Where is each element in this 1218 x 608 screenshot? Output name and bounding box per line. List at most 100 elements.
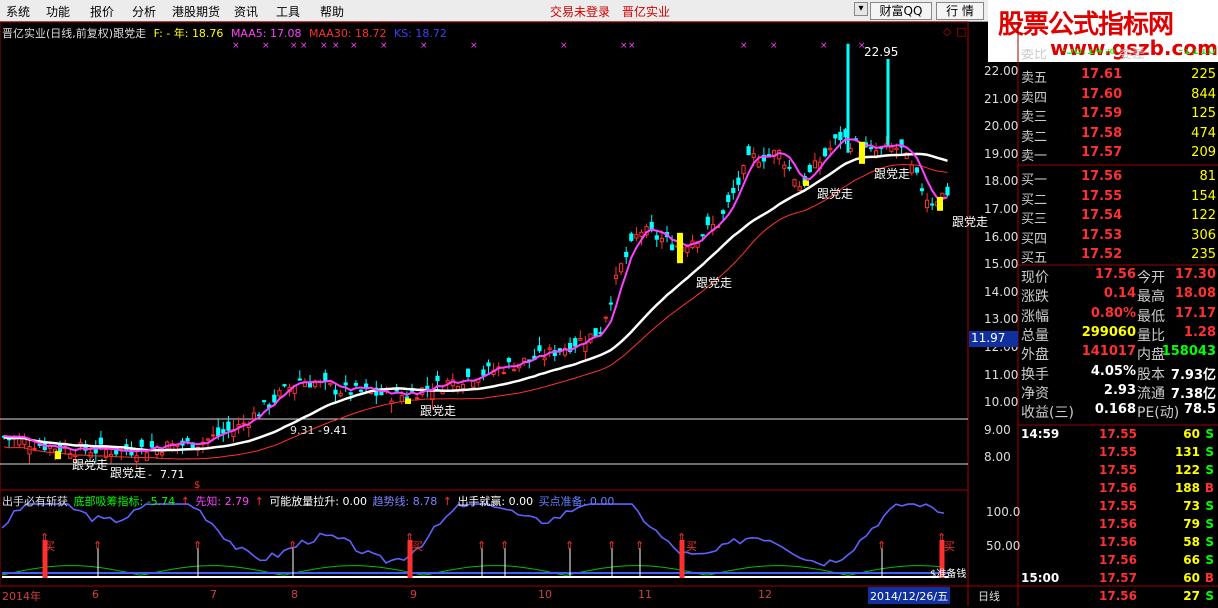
candle-body [629, 233, 634, 241]
price-tick: 14.00 [984, 284, 1019, 299]
maa5-value: MAA5: 17.08 [230, 27, 302, 40]
close-icon[interactable]: □ [956, 25, 966, 38]
candle-body [812, 160, 817, 169]
candle-body [307, 382, 313, 388]
buy-level-1[interactable]: 买一 17.56 81 [1019, 169, 1218, 188]
signal-label-3: 跟党走 [420, 404, 457, 418]
stat-value: 141017 [1081, 344, 1136, 360]
buy-level-3[interactable]: 买三 17.54 122 [1019, 208, 1218, 227]
tick-row: 17.55 73 S [1019, 499, 1218, 518]
indicator-prepare: 买点准备: 0.00 [538, 495, 615, 508]
stat-value: 0.14 [1103, 286, 1136, 302]
tick-row: 14:59 17.55 60 S [1019, 427, 1218, 446]
level-volume: 306 [1191, 227, 1216, 243]
signal-label-6: 跟党走 [874, 167, 911, 181]
level-price: 17.57 [1081, 145, 1123, 160]
candle-body [705, 216, 710, 226]
sell-level-3[interactable]: 卖三 17.59 125 [1019, 106, 1218, 125]
candle-body [501, 371, 506, 374]
tick-row: 17.56 66 S [1019, 553, 1218, 572]
price-tick: 15.00 [984, 257, 1019, 272]
sell-level-5[interactable]: 卖五 17.61 225 [1019, 67, 1218, 86]
candle-body [782, 164, 787, 169]
candle-body [721, 210, 726, 214]
buy-arrow-icon: ⇑ [193, 539, 202, 552]
mid-price-label: 9.41 [323, 424, 348, 437]
sell-level-2[interactable]: 卖二 17.58 474 [1019, 126, 1218, 145]
price-tick: 21.00 [984, 91, 1019, 106]
ks-line [3, 164, 948, 460]
price-tick: 8.00 [984, 450, 1011, 465]
candle-body [746, 146, 751, 156]
stat-value-2: 17.17 [1174, 305, 1216, 321]
candle-body [262, 400, 267, 403]
stat-label: 总量 [1021, 327, 1049, 344]
buy-label-3: 买 [686, 540, 697, 553]
price-tick: 13.00 [984, 312, 1019, 327]
level-label: 买四 [1021, 231, 1048, 247]
stat-value-2: 7.93亿 [1170, 367, 1216, 383]
tick-volume: 60 [1183, 571, 1200, 585]
candle-body [608, 302, 613, 305]
buy-label-2: 买 [412, 540, 423, 553]
candle-body [328, 382, 333, 386]
sell-level-1[interactable]: 卖一 17.57 209 [1019, 145, 1218, 164]
high-price-label: 22.95 [864, 45, 899, 59]
x-label-6: 6 [92, 588, 99, 601]
x-label-10: 10 [538, 588, 552, 601]
level-label: 卖三 [1021, 110, 1048, 125]
tick-side: S [1205, 589, 1214, 603]
candle-body [27, 446, 32, 455]
candle-body [603, 316, 608, 319]
candle-body [659, 237, 664, 243]
candle-body [358, 389, 364, 392]
cursor-date: 2014/12/26/五 [868, 587, 951, 604]
level-price: 17.53 [1081, 227, 1123, 243]
candle-body [925, 199, 930, 209]
candle-body [766, 154, 772, 157]
marker-x: × [300, 41, 308, 51]
stat-row: 涨幅 0.80% 最低 17.17 [1019, 306, 1218, 325]
price-tick: 9.00 [984, 422, 1011, 437]
stat-label: 换手 [1021, 366, 1049, 383]
candle-body [909, 164, 914, 174]
candle-body [404, 396, 409, 399]
dollar-marker: $ [194, 480, 201, 491]
period-label[interactable]: 日线 [978, 588, 1000, 604]
tick-price: 17.56 [1099, 481, 1137, 495]
candle-body [445, 380, 450, 384]
prepare-money-label: $准备钱 [930, 569, 967, 580]
candle-body [506, 358, 511, 363]
tick-volume: 73 [1183, 499, 1200, 513]
level-price: 17.58 [1081, 125, 1123, 141]
sell-level-4[interactable]: 卖四 17.60 844 [1019, 87, 1218, 106]
candle-body [205, 438, 211, 441]
buy-arrow-icon: ⇑ [607, 539, 616, 552]
marker-x: × [332, 41, 340, 51]
candle-body [185, 438, 190, 442]
tick-row: 17.56 79 S [1019, 517, 1218, 536]
chart-title-bar: 晋亿实业(日线,前复权)跟党走 F: - 年: 18.76 MAA5: 17.0… [2, 25, 451, 41]
buy-level-2[interactable]: 买二 17.55 154 [1019, 189, 1218, 208]
buy-level-5[interactable]: 买五 17.52 235 [1019, 247, 1218, 266]
candle-body [221, 429, 226, 434]
price-tick: 20.00 [984, 119, 1019, 134]
candle-body [756, 161, 761, 168]
candle-body [348, 392, 353, 395]
candle-body [415, 397, 420, 400]
level-volume: 209 [1191, 145, 1216, 160]
candle-body [919, 188, 925, 192]
level-label: 买一 [1021, 173, 1048, 188]
expand-icon[interactable]: ◇ [943, 25, 951, 38]
candle-body [466, 368, 471, 377]
candle-body [792, 179, 797, 187]
candle-body [277, 390, 282, 397]
stat-label-2: 流通 [1137, 385, 1165, 402]
buy-level-4[interactable]: 买四 17.53 306 [1019, 228, 1218, 247]
candle-body [343, 382, 348, 386]
tick-volume: 66 [1183, 553, 1200, 567]
tick-price: 17.55 [1099, 499, 1137, 513]
buy-arrow-icon: ⇑ [93, 539, 102, 552]
stat-value-2: 7.38亿 [1170, 386, 1216, 402]
indicator-trend: 趋势线: 8.78 [372, 495, 438, 508]
